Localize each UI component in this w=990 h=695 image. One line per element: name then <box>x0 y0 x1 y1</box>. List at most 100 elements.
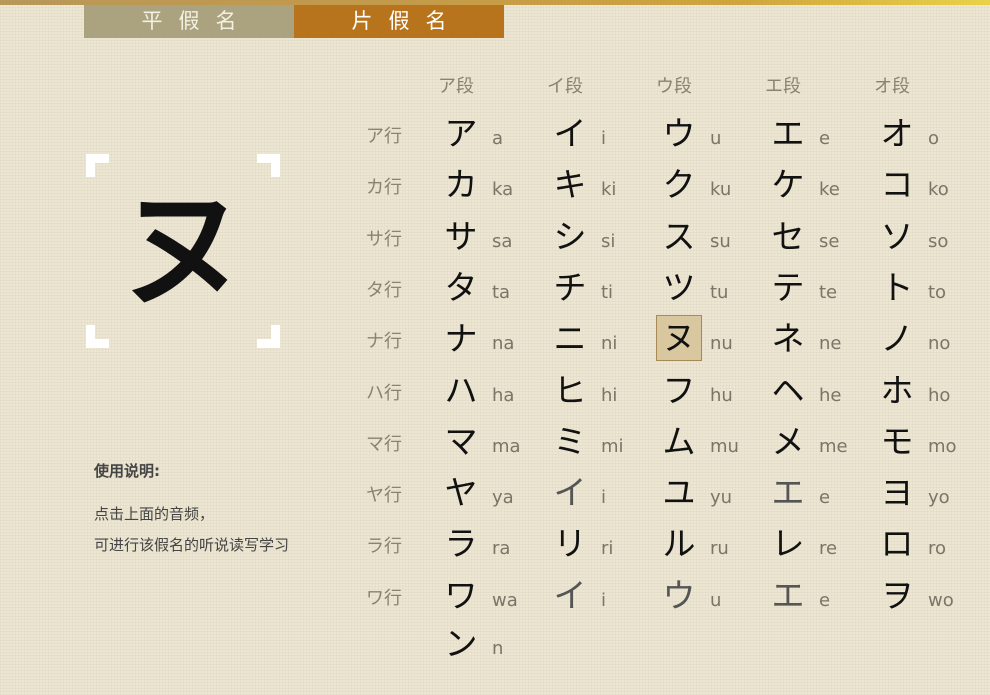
kana-glyph: サ <box>444 217 478 256</box>
kana-cell[interactable]: エe <box>767 471 875 519</box>
kana-romaji: sa <box>492 231 513 252</box>
kana-romaji: ro <box>928 538 947 559</box>
kana-romaji: ta <box>492 282 511 303</box>
kana-glyph: ス <box>662 217 696 256</box>
kana-cell[interactable]: ル ru <box>658 522 766 570</box>
kana-cell[interactable]: ヌ nu <box>656 315 766 365</box>
kana-romaji: i <box>601 128 607 149</box>
kana-glyph: ム <box>662 422 696 461</box>
kana-romaji: n <box>492 638 504 659</box>
kana-glyph: ハ <box>444 371 478 410</box>
kana-cell[interactable]: ヒ hi <box>549 369 657 417</box>
kana-cell[interactable]: レ re <box>767 522 875 570</box>
row-header: ア行 <box>366 126 402 147</box>
kana-romaji: i <box>601 487 607 508</box>
kana-romaji: ka <box>492 179 514 200</box>
column-header: オ段 <box>874 76 910 97</box>
usage-line-2: 可进行该假名的听说读写学习 <box>94 536 290 554</box>
kana-cell[interactable]: ナ na <box>440 317 548 365</box>
kana-glyph: ワ <box>444 576 478 615</box>
kana-glyph: ラ <box>444 524 478 563</box>
kana-cell[interactable]: ネ ne <box>767 317 875 365</box>
kana-glyph: オ <box>880 114 914 153</box>
kana-cell[interactable]: ニ ni <box>549 317 657 365</box>
kana-cell[interactable]: ヤ ya <box>440 471 548 519</box>
kana-romaji: wo <box>928 590 954 611</box>
usage-line-1: 点击上面的音频， <box>94 505 215 523</box>
kana-romaji: tu <box>710 282 729 303</box>
kana-romaji: e <box>819 590 831 611</box>
kana-cell[interactable]: エe <box>767 574 875 622</box>
kana-cell[interactable]: モ mo <box>876 420 984 468</box>
row-header: ハ行 <box>366 383 402 404</box>
kana-cell[interactable]: アa <box>440 112 548 160</box>
column-header: エ段 <box>765 76 801 97</box>
kana-cell[interactable]: ホ ho <box>876 369 984 417</box>
kana-glyph: イ <box>553 114 587 153</box>
kana-cell[interactable]: キ ki <box>549 163 657 211</box>
kana-cell[interactable]: ツ tu <box>658 266 766 314</box>
kana-cell[interactable]: シ si <box>549 215 657 263</box>
tab-hiragana[interactable]: 平假名 <box>84 5 294 38</box>
kana-cell[interactable]: エe <box>767 112 875 160</box>
kana-cell[interactable]: ンn <box>440 622 548 670</box>
kana-cell[interactable]: オo <box>876 112 984 160</box>
kana-cell[interactable]: ヘ he <box>767 369 875 417</box>
kana-cell[interactable]: イi <box>549 574 657 622</box>
kana-romaji: ku <box>710 179 732 200</box>
selected-kana-glyph: ヌ <box>118 176 247 325</box>
kana-cell[interactable]: マ ma <box>440 420 548 468</box>
kana-cell[interactable]: ヨ yo <box>876 471 984 519</box>
kana-cell[interactable]: コ ko <box>876 163 984 211</box>
row-header: カ行 <box>366 177 402 198</box>
kana-cell[interactable]: ロ ro <box>876 522 984 570</box>
kana-glyph: ヨ <box>880 473 914 512</box>
kana-cell[interactable]: ハ ha <box>440 369 548 417</box>
kana-romaji: ra <box>492 538 511 559</box>
kana-glyph: ミ <box>553 422 587 461</box>
kana-cell[interactable]: セ se <box>767 215 875 263</box>
kana-romaji: ma <box>492 436 521 457</box>
kana-cell[interactable]: フ hu <box>658 369 766 417</box>
kana-romaji: wa <box>492 590 518 611</box>
kana-cell[interactable]: ミ mi <box>549 420 657 468</box>
kana-cell[interactable]: リ ri <box>549 522 657 570</box>
kana-cell[interactable]: ソ so <box>876 215 984 263</box>
kana-cell[interactable]: チ ti <box>549 266 657 314</box>
row-header: マ行 <box>366 434 402 455</box>
kana-cell[interactable]: ク ku <box>658 163 766 211</box>
kana-romaji: a <box>492 128 504 149</box>
kana-cell[interactable]: サ sa <box>440 215 548 263</box>
kana-cell[interactable]: ス su <box>658 215 766 263</box>
kana-cell[interactable]: イi <box>549 112 657 160</box>
kana-romaji: to <box>928 282 947 303</box>
column-header: ウ段 <box>656 76 692 97</box>
kana-cell[interactable]: ウu <box>658 574 766 622</box>
kana-cell[interactable]: ユ yu <box>658 471 766 519</box>
kana-glyph: ヲ <box>880 576 914 615</box>
kana-glyph: ナ <box>444 319 478 358</box>
kana-cell[interactable]: テ te <box>767 266 875 314</box>
kana-cell[interactable]: メ me <box>767 420 875 468</box>
kana-glyph: シ <box>553 217 587 256</box>
kana-cell[interactable]: イi <box>549 471 657 519</box>
kana-cell[interactable]: ヲ wo <box>876 574 984 622</box>
kana-cell[interactable]: ラ ra <box>440 522 548 570</box>
kana-cell[interactable]: ト to <box>876 266 984 314</box>
kana-cell[interactable]: ワ wa <box>440 574 548 622</box>
kana-cell[interactable]: タ ta <box>440 266 548 314</box>
selected-kana-display[interactable]: ヌ <box>86 154 280 348</box>
kana-glyph: ノ <box>880 319 914 358</box>
kana-romaji: ko <box>928 179 949 200</box>
kana-romaji: yu <box>710 487 733 508</box>
kana-glyph: ヘ <box>771 371 805 410</box>
kana-cell[interactable]: ム mu <box>658 420 766 468</box>
kana-glyph: モ <box>880 422 914 461</box>
tab-katakana[interactable]: 片假名 <box>294 5 504 38</box>
kana-cell[interactable]: ウu <box>658 112 766 160</box>
kana-cell[interactable]: ノ no <box>876 317 984 365</box>
kana-romaji: u <box>710 128 722 149</box>
kana-cell[interactable]: ケ ke <box>767 163 875 211</box>
kana-cell[interactable]: カ ka <box>440 163 548 211</box>
kana-glyph: リ <box>553 524 587 563</box>
